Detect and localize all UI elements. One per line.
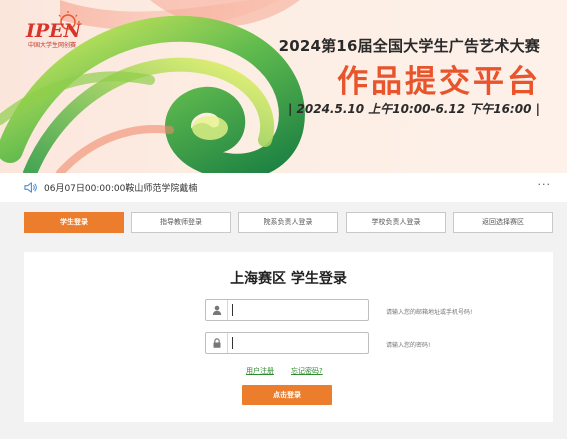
tab-department-login[interactable]: 院系负责人登录	[238, 212, 338, 233]
login-panel: 上海赛区 学生登录 请输入您的邮箱地址或手机号码! 请输入您的密码! 用户注册 …	[24, 252, 553, 422]
tab-school-login[interactable]: 学校负责人登录	[346, 212, 446, 233]
user-icon	[206, 300, 228, 320]
page-title: 上海赛区 学生登录	[230, 271, 347, 287]
logo-caption: 中国大学生网创赛	[28, 42, 77, 49]
header-banner: IPEN 中国大学生网创赛 2024第16届全国大学生广告艺术大赛 作品提交平台…	[0, 0, 567, 173]
forgot-password-link[interactable]: 忘记密码?	[291, 366, 323, 376]
tab-teacher-login[interactable]: 指导教师登录	[131, 212, 231, 233]
lock-icon	[206, 333, 228, 353]
password-hint: 请输入您的密码!	[386, 342, 431, 349]
tab-student-login[interactable]: 学生登录	[24, 212, 124, 233]
more-icon[interactable]: ···	[538, 178, 552, 191]
register-link[interactable]: 用户注册	[246, 366, 274, 376]
login-role-tabs: 学生登录 指导教师登录 院系负责人登录 学校负责人登录 返回选择赛区	[24, 212, 553, 233]
username-hint: 请输入您的邮箱地址或手机号码!	[386, 309, 473, 316]
username-input[interactable]	[232, 302, 366, 318]
platform-title: 作品提交平台	[337, 64, 541, 100]
competition-title: 2024第16届全国大学生广告艺术大赛	[278, 37, 540, 55]
speaker-icon	[24, 182, 37, 193]
tab-back-to-division[interactable]: 返回选择赛区	[453, 212, 553, 233]
notice-message: 06月07日00:00:00鞍山师范学院戴楠	[44, 184, 198, 194]
username-field[interactable]	[205, 299, 369, 321]
submission-date-range: | 2024.5.10 上午10:00-6.12 下午16:00 |	[287, 102, 540, 116]
svg-text:IPEN: IPEN	[25, 20, 82, 42]
password-field[interactable]	[205, 332, 369, 354]
notice-bar: 06月07日00:00:00鞍山师范学院戴楠 ···	[0, 173, 567, 202]
password-input[interactable]	[232, 335, 366, 351]
login-button[interactable]: 点击登录	[242, 385, 332, 405]
